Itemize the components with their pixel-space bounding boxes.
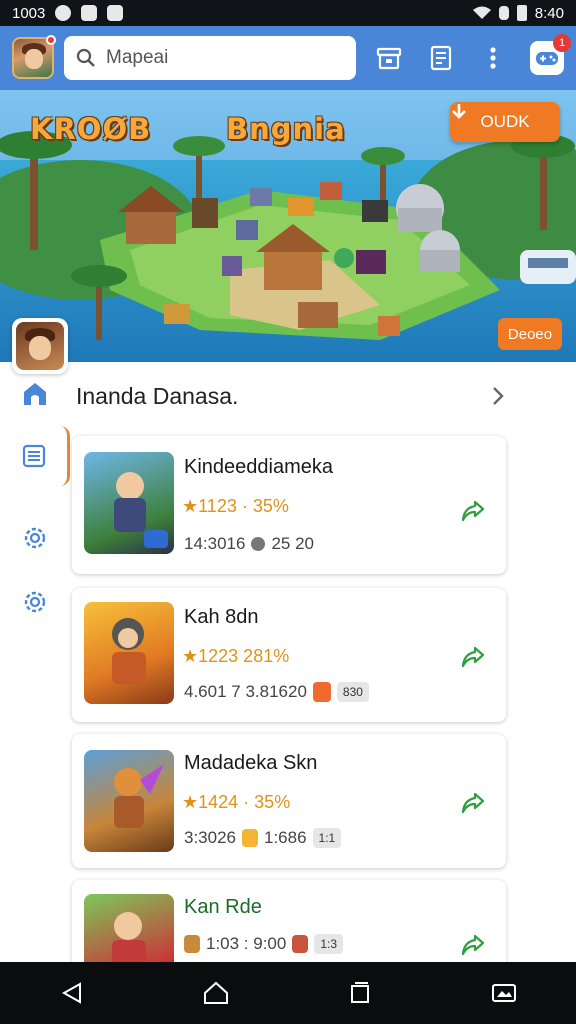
side-nav — [0, 362, 70, 962]
share-button[interactable] — [458, 496, 488, 526]
game-card[interactable]: Madadeka Skn ★1424 · 35% 3:3026 1:686 1:… — [72, 734, 506, 868]
search-icon — [76, 48, 95, 67]
section-header[interactable]: Inanda Danasa. — [76, 372, 506, 420]
game-title: Madadeka Skn — [184, 752, 318, 774]
game-thumbnail — [84, 750, 174, 852]
side-nav-list[interactable] — [0, 426, 70, 486]
side-nav-home[interactable] — [0, 364, 70, 424]
status-time: 1003 — [12, 4, 46, 22]
download-button[interactable]: OUDK — [450, 102, 560, 142]
search-bar[interactable] — [64, 36, 356, 80]
back-button[interactable] — [52, 973, 92, 1013]
game-meta-a: 14:3016 — [184, 534, 246, 553]
library-icon — [430, 45, 452, 71]
game-meta-b: 25 20 — [271, 534, 314, 553]
share-icon — [461, 646, 485, 668]
search-input[interactable] — [106, 47, 326, 69]
game-tag-icon — [312, 682, 331, 702]
library-button[interactable] — [426, 43, 456, 73]
profile-avatar[interactable] — [12, 35, 56, 79]
share-button[interactable] — [458, 788, 488, 818]
notification-badge: 1 — [553, 34, 571, 52]
share-icon — [461, 792, 485, 814]
share-button[interactable] — [458, 930, 488, 960]
side-nav-preferences[interactable] — [0, 572, 70, 632]
game-rating: ★1424 · 35% — [182, 792, 291, 812]
app-root: 1003 8:40 Mapeai 1 KROØB Bngnia OUDK Deo… — [0, 0, 576, 1024]
chevron-right-icon — [493, 387, 504, 405]
gear-icon — [24, 527, 46, 549]
more-options-button[interactable] — [478, 43, 508, 73]
store-icon — [376, 47, 402, 70]
app-bar: 1 — [0, 26, 576, 90]
screenshot-button[interactable] — [484, 973, 524, 1013]
screenshot-icon — [492, 984, 516, 1002]
chest-icon — [184, 935, 200, 953]
app-notification-icon — [81, 5, 98, 21]
status-bar: 1003 8:40 — [0, 0, 576, 26]
controller-icon — [536, 52, 558, 65]
signal-icon — [498, 6, 509, 20]
clock-icon — [251, 537, 266, 551]
home-icon — [24, 383, 46, 405]
game-meta: 3:3026 1:686 1:1 — [184, 828, 342, 848]
wifi-icon — [472, 6, 491, 19]
coin-icon — [242, 829, 258, 847]
download-arrow-icon — [452, 104, 466, 119]
game-meta-a: 1:03 : 9:00 — [206, 934, 287, 953]
download-label: OUDK — [480, 112, 530, 131]
back-icon — [61, 982, 81, 1004]
game-meta: 14:3016 25 20 — [184, 534, 314, 554]
game-title: Kindeeddiameka — [184, 456, 333, 478]
game-meta-b: 1:686 — [264, 828, 307, 847]
notification-circle-icon — [55, 5, 72, 21]
game-thumbnail — [84, 602, 174, 704]
section-title: Inanda Danasa. — [76, 382, 239, 409]
list-icon — [22, 444, 45, 468]
share-icon — [461, 500, 485, 522]
game-meta-b: 1:3 — [314, 934, 344, 954]
fist-icon — [292, 935, 309, 953]
recents-icon — [351, 982, 369, 1003]
store-button[interactable] — [374, 43, 404, 73]
game-meta-a: 4.601 7 3.81620 — [184, 682, 307, 701]
share-icon — [461, 934, 485, 956]
battery-text: 8:40 — [534, 4, 564, 22]
side-nav-settings[interactable] — [0, 508, 70, 568]
message-notification-icon — [107, 5, 124, 21]
game-meta: 1:03 : 9:00 1:3 — [184, 934, 344, 954]
banner-title-left: KROØB — [30, 112, 152, 146]
share-button[interactable] — [458, 642, 488, 672]
featured-banner[interactable]: KROØB Bngnia OUDK Deoeo — [0, 90, 576, 362]
banner-title-right: Bngnia — [226, 112, 346, 146]
game-thumbnail — [84, 452, 174, 554]
home-icon — [204, 981, 228, 1004]
game-card[interactable]: Kah 8dn ★1223 281% 4.601 7 3.81620 830 — [72, 588, 506, 722]
game-rating: ★1123 · 35% — [182, 496, 289, 516]
game-controller-button[interactable]: 1 — [530, 34, 571, 75]
game-title: Kan Rde — [184, 896, 262, 918]
game-title: Kah 8dn — [184, 606, 259, 628]
banner-tag-button[interactable]: Deoeo — [498, 318, 562, 350]
game-meta-c: 1:1 — [312, 828, 342, 848]
more-vert-icon — [490, 47, 496, 69]
system-nav-bar — [0, 962, 576, 1024]
game-meta: 4.601 7 3.81620 830 — [184, 682, 369, 702]
game-card[interactable]: Kindeeddiameka ★1123 · 35% 14:3016 25 20 — [72, 436, 506, 574]
battery-icon — [516, 5, 527, 21]
gear-icon — [24, 591, 46, 613]
avatar-notification-dot — [46, 35, 56, 45]
game-rating: ★1223 281% — [182, 646, 290, 666]
game-meta-b: 830 — [336, 682, 369, 702]
game-meta-a: 3:3026 — [184, 828, 236, 847]
recents-button[interactable] — [340, 973, 380, 1013]
home-button[interactable] — [196, 973, 236, 1013]
